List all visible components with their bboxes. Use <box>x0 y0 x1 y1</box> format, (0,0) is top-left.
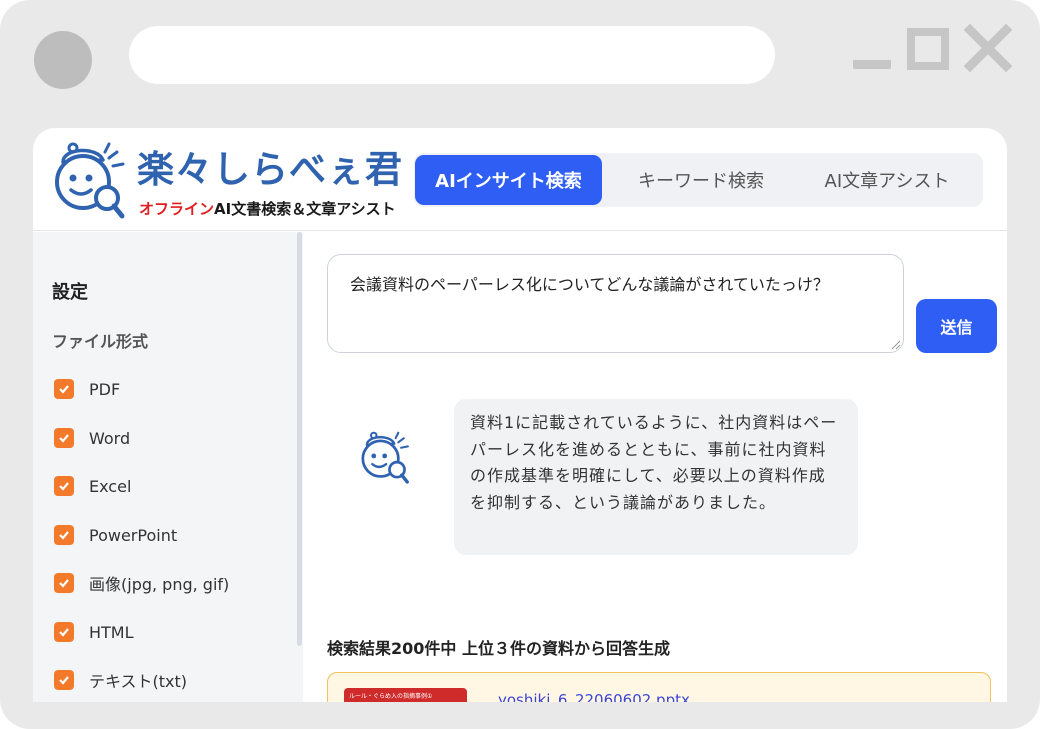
app-logo: 楽々しらべぇ君 オフラインAI文書検索＆文章アシスト <box>47 138 417 222</box>
file-type-label: PDF <box>89 379 121 399</box>
address-bar[interactable] <box>129 26 775 84</box>
tab-ai-insight-search[interactable]: AIインサイト検索 <box>415 155 602 205</box>
close-icon[interactable] <box>964 24 1012 72</box>
app-title: 楽々しらべぇ君 <box>137 148 403 191</box>
app-subtitle: オフラインAI文書検索＆文章アシスト <box>139 200 396 218</box>
app-header: 楽々しらべぇ君 オフラインAI文書検索＆文章アシスト AIインサイト検索 キーワ… <box>33 128 1007 231</box>
result-card[interactable]: ルール・ぐらめ入の指摘事例① yoshiki_6_22060602.pptx <box>327 672 991 702</box>
check-icon <box>59 434 69 443</box>
tab-keyword-search[interactable]: キーワード検索 <box>610 155 792 205</box>
question-text: 会議資料のペーパーレス化についてどんな議論がされていたっけ？ <box>350 275 829 294</box>
check-icon <box>59 385 69 394</box>
checkbox-checked[interactable] <box>54 573 74 593</box>
checkbox-checked[interactable] <box>54 670 74 690</box>
settings-sidebar: 設定 ファイル形式 PDF Word Excel PowerPoint 画像(j… <box>33 232 303 702</box>
app-subtitle-main: AI文書検索＆文章アシスト <box>214 200 396 218</box>
checkbox-checked[interactable] <box>54 379 74 399</box>
checkbox-checked[interactable] <box>54 476 74 496</box>
file-type-excel[interactable]: Excel <box>54 475 131 497</box>
app-container: 楽々しらべぇ君 オフラインAI文書検索＆文章アシスト AIインサイト検索 キーワ… <box>33 128 1007 702</box>
settings-title: 設定 <box>52 282 88 303</box>
window-circle-icon <box>34 31 92 89</box>
file-type-powerpoint[interactable]: PowerPoint <box>54 524 177 546</box>
file-type-pdf[interactable]: PDF <box>54 378 120 400</box>
answer-bubble: 資料1に記載されているように、社内資料はペーパーレス化を進めるとともに、事前に社… <box>454 399 858 555</box>
check-icon <box>59 676 69 685</box>
file-type-html[interactable]: HTML <box>54 621 134 643</box>
mascot-magnifier-icon <box>55 142 125 219</box>
file-type-label: HTML <box>89 622 134 642</box>
file-format-heading: ファイル形式 <box>52 332 149 351</box>
send-button[interactable]: 送信 <box>916 299 997 353</box>
result-thumbnail: ルール・ぐらめ入の指摘事例① <box>344 688 467 702</box>
maximize-icon[interactable] <box>907 28 949 70</box>
checkbox-checked[interactable] <box>54 525 74 545</box>
resize-grip-icon[interactable] <box>891 340 901 350</box>
file-type-label: 画像(jpg, png, gif) <box>89 575 230 594</box>
file-type-text[interactable]: テキスト(txt) <box>54 669 187 691</box>
file-type-image[interactable]: 画像(jpg, png, gif) <box>54 572 229 594</box>
check-icon <box>59 482 69 491</box>
file-type-label: Word <box>89 428 131 448</box>
file-type-label: PowerPoint <box>89 525 178 545</box>
result-filename-link[interactable]: yoshiki_6_22060602.pptx <box>498 691 690 702</box>
check-icon <box>59 628 69 637</box>
main-panel: 会議資料のペーパーレス化についてどんな議論がされていたっけ？ 送信 資料1に記載… <box>303 232 1007 702</box>
check-icon <box>59 531 69 540</box>
file-type-word[interactable]: Word <box>54 427 130 449</box>
checkbox-checked[interactable] <box>54 622 74 642</box>
tab-ai-writing-assist[interactable]: AI文章アシスト <box>796 155 978 205</box>
question-input[interactable]: 会議資料のペーパーレス化についてどんな議論がされていたっけ？ <box>327 254 904 353</box>
thumbnail-text: ルール・ぐらめ入の指摘事例① <box>349 693 433 700</box>
file-type-label: Excel <box>89 476 132 496</box>
app-subtitle-offline: オフライン <box>139 200 215 218</box>
mascot-magnifier-icon <box>361 431 409 484</box>
check-icon <box>59 579 69 588</box>
sidebar-scrollbar[interactable] <box>297 232 302 646</box>
file-type-label: テキスト(txt) <box>89 672 188 691</box>
checkbox-checked[interactable] <box>54 428 74 448</box>
minimize-icon[interactable] <box>853 60 891 69</box>
results-heading: 検索結果200件中 上位３件の資料から回答生成 <box>327 639 670 658</box>
search-mode-tabs: AIインサイト検索 キーワード検索 AI文章アシスト <box>414 153 983 207</box>
